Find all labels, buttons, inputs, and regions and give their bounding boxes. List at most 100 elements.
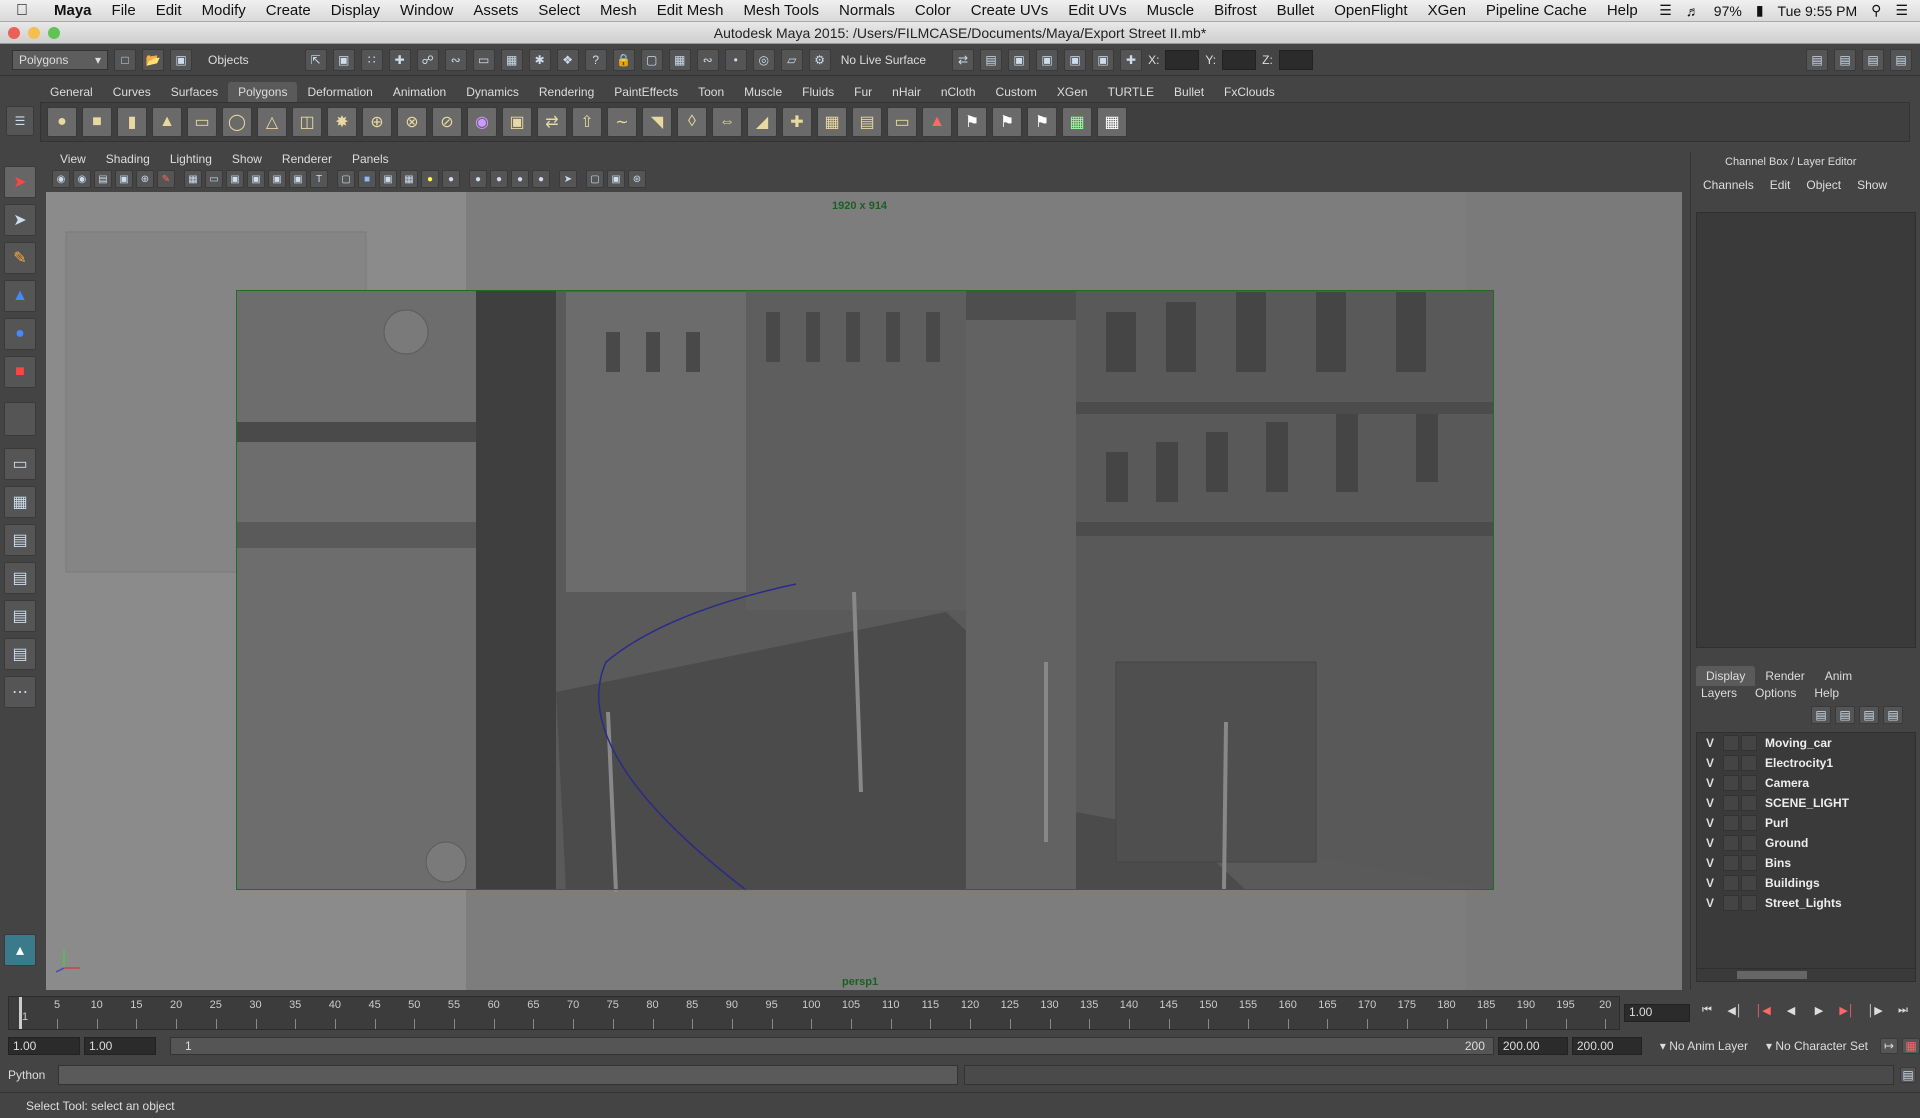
step-back-frame-icon[interactable]: │◀ [1752,1004,1774,1022]
layer-type-toggle[interactable] [1723,735,1739,751]
mask-rendering-icon[interactable]: ❖ [556,48,579,71]
tab-anim[interactable]: Anim [1815,666,1862,686]
merge-icon[interactable]: ⇔ [712,107,742,137]
offset-edge-loop-icon[interactable]: ▤ [852,107,882,137]
menu-assets[interactable]: Assets [463,2,528,19]
playback-start-field[interactable]: 1.00 [84,1037,156,1055]
go-to-start-icon[interactable]: ⏮ [1696,1004,1718,1022]
layer-type-toggle[interactable] [1723,875,1739,891]
tab-animation[interactable]: Animation [383,82,456,102]
safe-title-icon[interactable]: T [310,170,328,188]
poly-plane-icon[interactable]: ▭ [187,107,217,137]
panel-menu-show[interactable]: Show [222,152,272,170]
menu-color[interactable]: Color [905,2,961,19]
layer-color-swatch[interactable] [1741,875,1757,891]
layer-type-toggle[interactable] [1723,815,1739,831]
tab-polygons[interactable]: Polygons [228,82,298,102]
perspective-viewport[interactable]: 1920 x 914 persp1 [46,192,1682,990]
list-item[interactable]: V Bins [1697,853,1915,873]
range-slider[interactable]: 1 200 [170,1037,1494,1055]
multisample-aa-icon[interactable]: ● [511,170,529,188]
layer-visibility-toggle[interactable]: V [1697,756,1723,770]
layer-menu-help[interactable]: Help [1814,686,1839,700]
grease-pencil-icon[interactable]: ✎ [157,170,175,188]
step-back-key-icon[interactable]: ◀│ [1724,1004,1746,1022]
snap-to-projected-center-icon[interactable]: ◎ [752,48,775,71]
tab-dynamics[interactable]: Dynamics [456,82,529,102]
tab-ncloth[interactable]: nCloth [931,82,986,102]
tab-turtle[interactable]: TURTLE [1098,82,1164,102]
time-slider[interactable]: 1 5 10 15 20 25 30 35 40 45 50 55 60 65 70 75 80 85 90 95 1… [8,996,1620,1030]
wireframe-icon[interactable]: ▢ [337,170,355,188]
hypershade-icon[interactable]: ▣ [1092,48,1115,71]
highlight-selection-icon[interactable]: ▢ [640,48,663,71]
channel-box-menu-channels[interactable]: Channels [1695,178,1762,192]
two-d-pan-zoom-icon[interactable]: ⊕ [136,170,154,188]
menu-select[interactable]: Select [528,2,590,19]
menu-window[interactable]: Window [390,2,463,19]
animation-end-field[interactable]: 200.00 [1571,1037,1642,1055]
four-view-layout-icon[interactable]: ▦ [4,486,36,518]
append-polygon-icon[interactable]: ◥ [642,107,672,137]
channel-box-menu-object[interactable]: Object [1798,178,1849,192]
combine-icon[interactable]: ⊕ [362,107,392,137]
menu-modify[interactable]: Modify [192,2,256,19]
menu-mesh[interactable]: Mesh [590,2,647,19]
tab-render[interactable]: Render [1755,666,1814,686]
tab-fluids[interactable]: Fluids [792,82,844,102]
go-to-end-icon[interactable]: ⏭ [1892,1004,1914,1022]
tab-fur[interactable]: Fur [844,82,882,102]
single-perspective-layout-icon[interactable]: ▭ [4,448,36,480]
select-by-component-icon[interactable]: ∷ [360,48,383,71]
poly-pyramid-icon[interactable]: △ [257,107,287,137]
wireframe-on-shaded-icon[interactable]: ▣ [379,170,397,188]
layer-visibility-toggle[interactable]: V [1697,796,1723,810]
transform-field-icon[interactable]: ✚ [1120,48,1143,71]
paint-select-tool-icon[interactable]: ✎ [4,242,36,274]
persp-graph-layout-icon[interactable]: ▤ [4,562,36,594]
layer-visibility-toggle[interactable]: V [1697,856,1723,870]
resolution-gate-icon[interactable]: ▣ [226,170,244,188]
animation-preferences-icon[interactable]: ▦ [1902,1038,1920,1054]
layer-menu-options[interactable]: Options [1755,686,1796,700]
step-forward-frame-icon[interactable]: ▶│ [1836,1004,1858,1022]
tab-rendering[interactable]: Rendering [529,82,604,102]
channel-box-toggle-icon[interactable]: ▤ [1862,48,1884,71]
list-item[interactable]: V Buildings [1697,873,1915,893]
smooth-shade-icon[interactable]: ■ [358,170,376,188]
command-input[interactable] [58,1065,958,1085]
animation-start-field[interactable]: 1.00 [8,1037,80,1055]
bevel-icon[interactable]: ◢ [747,107,777,137]
menu-file[interactable]: File [102,2,146,19]
script-editor-icon[interactable]: ▤ [1900,1067,1916,1083]
poly-soccer-ball-icon[interactable]: ✸ [327,107,357,137]
tab-toon[interactable]: Toon [688,82,734,102]
layer-type-toggle[interactable] [1723,895,1739,911]
layer-color-swatch[interactable] [1741,835,1757,851]
boolean-union-icon[interactable]: ▣ [502,107,532,137]
select-by-object-type-icon[interactable]: ▣ [332,48,355,71]
lock-selection-icon[interactable]: 🔒 [612,48,635,71]
list-item[interactable]: V SCENE_LIGHT [1697,793,1915,813]
persp-outliner-layout-icon[interactable]: ▤ [4,524,36,556]
anim-layer-dropdown[interactable]: ▾ No Anim Layer [1660,1039,1748,1053]
playback-end-field[interactable]: 200.00 [1497,1037,1568,1055]
tab-display[interactable]: Display [1696,666,1756,686]
battery-percent[interactable]: 97% [1714,3,1742,19]
shadows-icon[interactable]: ● [442,170,460,188]
toolbox-options-icon[interactable]: ⋯ [4,676,36,708]
layer-visibility-toggle[interactable]: V [1697,816,1723,830]
tab-muscle[interactable]: Muscle [734,82,792,102]
channel-box-menu-show[interactable]: Show [1849,178,1895,192]
bridge-icon[interactable]: ∼ [607,107,637,137]
smooth-icon[interactable]: ◉ [467,107,497,137]
new-layer-selected-icon[interactable]: ▤ [1883,706,1903,724]
hypershade-persp-layout-icon[interactable]: ▤ [4,600,36,632]
select-camera-icon[interactable]: ◉ [52,170,70,188]
layer-color-swatch[interactable] [1741,855,1757,871]
layer-type-toggle[interactable] [1723,795,1739,811]
tab-surfaces[interactable]: Surfaces [161,82,228,102]
input-output-icon[interactable]: ⇄ [952,48,975,71]
mask-misc-icon[interactable]: ? [584,48,607,71]
xray-joints-icon[interactable]: ⊛ [628,170,646,188]
